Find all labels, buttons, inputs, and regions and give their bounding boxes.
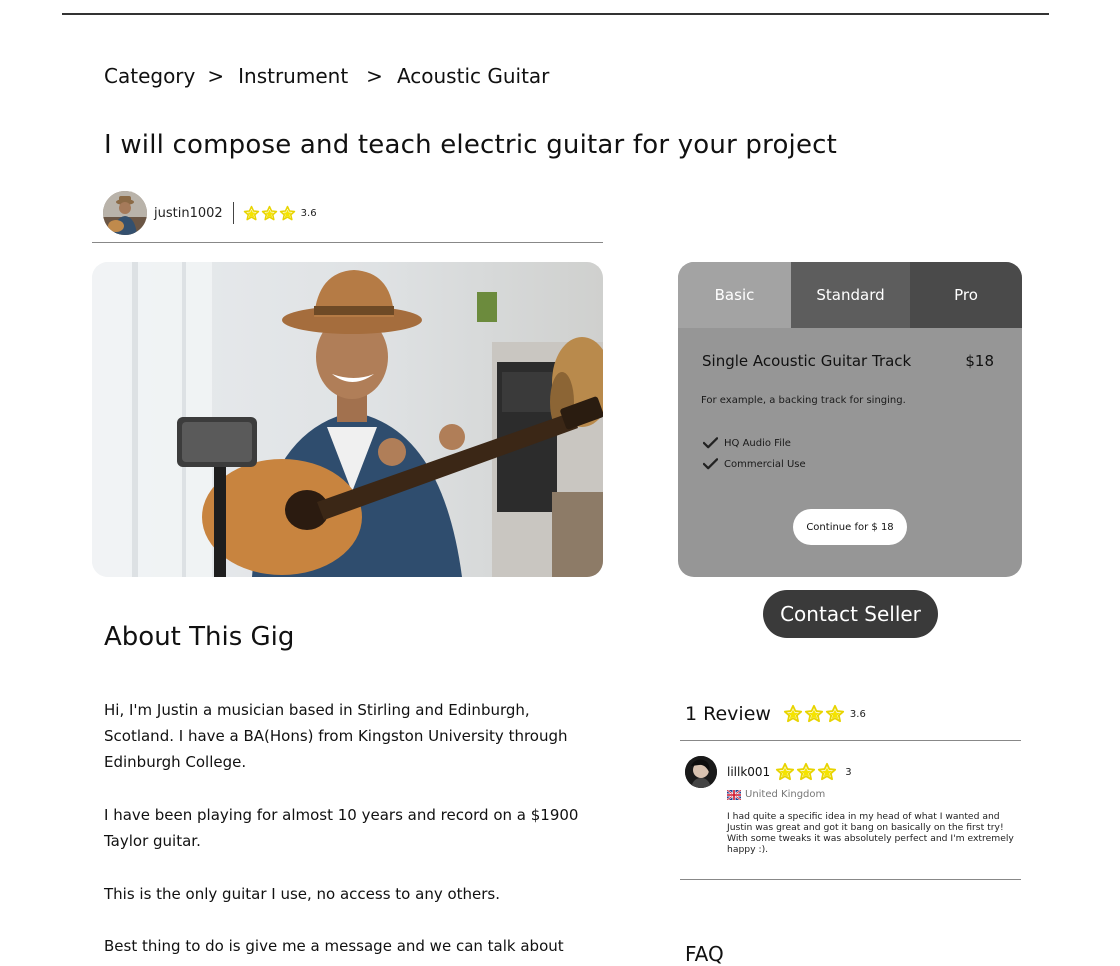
star-icon: [783, 704, 803, 724]
continue-button[interactable]: Continue for $ 18: [793, 509, 907, 545]
breadcrumb-instrument[interactable]: Instrument: [238, 64, 348, 88]
reviewer-avatar[interactable]: [685, 756, 717, 788]
reviews-rating-value: 3.6: [849, 708, 866, 720]
reviewer-country: United Kingdom: [727, 789, 825, 800]
feature-label: Commercial Use: [724, 458, 806, 470]
gig-image[interactable]: [92, 262, 603, 577]
seller-avatar[interactable]: [103, 191, 147, 235]
review-text: I had quite a specific idea in my head o…: [727, 811, 1014, 855]
gig-title: I will compose and teach electric guitar…: [104, 130, 838, 160]
review-rating-value: 3: [845, 766, 852, 778]
divider: [680, 740, 1021, 741]
seller-rating-value: 3.6: [300, 207, 317, 219]
breadcrumb-acoustic-guitar[interactable]: Acoustic Guitar: [397, 64, 549, 88]
package-price: $18: [965, 352, 994, 370]
top-divider: [62, 13, 1049, 15]
seller-info: justin1002 3.6: [103, 191, 317, 235]
star-icon: [796, 762, 816, 782]
feature-label: HQ Audio File: [724, 437, 791, 449]
reviews-header: 1 Review 3.6: [685, 700, 866, 728]
uk-flag-icon: [727, 789, 741, 800]
package-tabs: Basic Standard Pro: [678, 262, 1022, 328]
breadcrumb: Category > Instrument > Acoustic Guitar: [104, 62, 549, 90]
country-name: United Kingdom: [745, 789, 826, 800]
seller-username[interactable]: justin1002: [154, 206, 223, 221]
reviewer-info: lillk001 3: [727, 760, 852, 784]
faq-heading: FAQ: [685, 942, 724, 966]
check-icon: [703, 458, 718, 470]
package-description: For example, a backing track for singing…: [701, 395, 906, 406]
package-feature: HQ Audio File: [703, 437, 791, 449]
breadcrumb-category[interactable]: Category: [104, 64, 195, 88]
breadcrumb-separator: >: [366, 64, 383, 88]
package-name: Single Acoustic Guitar Track: [702, 352, 912, 370]
review-rating-stars: [775, 762, 837, 782]
star-icon: [825, 704, 845, 724]
star-icon: [243, 205, 260, 222]
star-icon: [279, 205, 296, 222]
contact-seller-button[interactable]: Contact Seller: [763, 590, 938, 638]
reviewer-username[interactable]: lillk001: [727, 765, 770, 779]
package-card: Basic Standard Pro Single Acoustic Guita…: [678, 262, 1022, 577]
star-icon: [775, 762, 795, 782]
reviews-rating-stars: [783, 704, 845, 724]
star-icon: [804, 704, 824, 724]
divider: [680, 879, 1021, 880]
divider: [232, 202, 234, 224]
seller-rating-stars: [243, 205, 296, 222]
about-paragraph: This is the only guitar I use, no access…: [104, 885, 501, 903]
divider: [92, 242, 603, 243]
tab-standard[interactable]: Standard: [791, 262, 910, 328]
star-icon: [261, 205, 278, 222]
about-heading: About This Gig: [104, 622, 295, 652]
check-icon: [703, 437, 718, 449]
package-feature: Commercial Use: [703, 458, 806, 470]
tab-basic[interactable]: Basic: [678, 262, 791, 328]
breadcrumb-separator: >: [207, 64, 225, 88]
about-paragraph: I have been playing for almost 10 years …: [104, 806, 579, 850]
tab-pro[interactable]: Pro: [910, 262, 1022, 328]
star-icon: [817, 762, 837, 782]
about-paragraph: Hi, I'm Justin a musician based in Stirl…: [104, 701, 568, 771]
about-paragraph: Best thing to do is give me a message an…: [104, 937, 564, 955]
package-details: Single Acoustic Guitar Track $18 For exa…: [678, 328, 1022, 577]
reviews-heading: 1 Review: [685, 703, 771, 725]
